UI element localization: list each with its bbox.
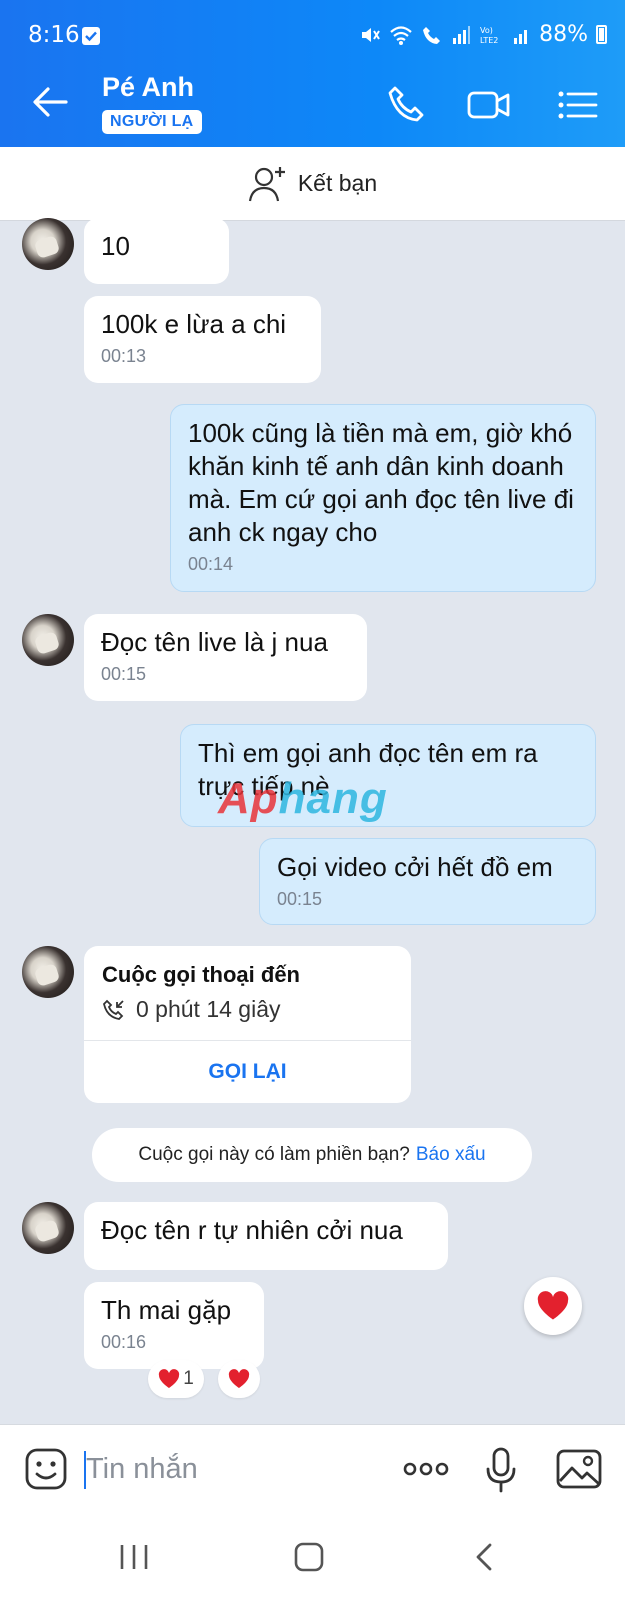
- reaction-button[interactable]: [218, 1360, 260, 1398]
- add-friend-bar[interactable]: Kết bạn: [0, 147, 625, 221]
- message-bubble[interactable]: 100k e lừa a chi 00:13: [84, 296, 321, 383]
- battery-icon: [596, 25, 607, 44]
- call-report-notice: Cuộc gọi này có làm phiền bạn? Báo xấu: [92, 1128, 532, 1182]
- signal-icon: [453, 25, 471, 44]
- message-text: 100k cũng là tiền mà em, giờ khó khăn ki…: [188, 418, 574, 547]
- battery-percent: 88%: [539, 22, 588, 47]
- message-time: 00:14: [188, 554, 234, 574]
- mute-icon: [362, 27, 380, 42]
- message-input-bar: Tin nhắn: [0, 1424, 625, 1514]
- svg-text:Vo): Vo): [480, 26, 493, 35]
- incoming-call-card: Cuộc gọi thoại đến 0 phút 14 giây GỌI LẠ…: [84, 946, 411, 1103]
- status-time: 8:16: [28, 22, 80, 48]
- message-text: Th mai gặp: [101, 1295, 232, 1325]
- reaction-summary[interactable]: 1: [148, 1360, 204, 1398]
- top-bar: 8:16 Vo) LTE2 88% Pé Anh NGƯỜI LẠ: [0, 0, 625, 147]
- call-duration: 0 phút 14 giây: [136, 996, 281, 1022]
- menu-icon[interactable]: [555, 82, 601, 128]
- system-nav-bar: [0, 1514, 625, 1600]
- heart-icon: [228, 1369, 250, 1388]
- signal-2-icon: [514, 29, 528, 44]
- avatar[interactable]: [22, 946, 74, 998]
- home-icon[interactable]: [293, 1542, 325, 1572]
- more-options-icon[interactable]: [402, 1455, 450, 1483]
- message-text: Đọc tên live là j nua: [101, 627, 328, 657]
- avatar[interactable]: [22, 1202, 74, 1254]
- avatar[interactable]: [22, 614, 74, 666]
- message-text: 100k e lừa a chi: [101, 309, 287, 339]
- wifi-icon: [390, 25, 412, 45]
- message-bubble[interactable]: Đọc tên live là j nua 00:15: [84, 614, 367, 701]
- message-bubble[interactable]: 100k cũng là tiền mà em, giờ khó khăn ki…: [170, 404, 596, 592]
- image-icon[interactable]: [556, 1447, 602, 1491]
- message-time: 00:15: [277, 889, 323, 909]
- message-bubble[interactable]: Gọi video cởi hết đồ em 00:15: [259, 838, 596, 925]
- message-time: 00:16: [101, 1332, 147, 1352]
- chat-header: Pé Anh NGƯỜI LẠ: [0, 62, 625, 147]
- call-back-button[interactable]: GỌI LẠI: [84, 1040, 411, 1103]
- back-nav-icon[interactable]: [472, 1542, 496, 1572]
- phone-call-icon[interactable]: [385, 82, 431, 128]
- back-arrow-icon[interactable]: [30, 82, 70, 122]
- message-text: 10: [101, 231, 130, 261]
- video-call-icon[interactable]: [466, 82, 512, 128]
- emoji-icon[interactable]: [24, 1447, 68, 1491]
- message-bubble[interactable]: 10: [84, 218, 229, 284]
- notification-check-icon: [82, 27, 100, 45]
- message-input[interactable]: Tin nhắn: [86, 1453, 198, 1486]
- avatar[interactable]: [22, 218, 74, 270]
- status-icons: Vo) LTE2 88%: [359, 22, 607, 47]
- recent-apps-icon[interactable]: [118, 1542, 150, 1572]
- message-text: Gọi video cởi hết đồ em: [277, 852, 553, 882]
- quick-heart-button[interactable]: [524, 1277, 582, 1335]
- reaction-count: 1: [183, 1368, 194, 1389]
- message-time: 00:13: [101, 346, 147, 366]
- message-bubble[interactable]: Đọc tên r tự nhiên cởi nua: [84, 1202, 448, 1270]
- report-link[interactable]: Báo xấu: [416, 1144, 486, 1166]
- svg-text:LTE2: LTE2: [480, 36, 498, 45]
- message-text: Đọc tên r tự nhiên cởi nua: [101, 1215, 403, 1245]
- call-title: Cuộc gọi thoại đến: [102, 962, 300, 987]
- notice-text: Cuộc gọi này có làm phiền bạn?: [138, 1144, 410, 1165]
- stranger-badge: NGƯỜI LẠ: [102, 110, 202, 134]
- call-duration-row: 0 phút 14 giây: [102, 996, 281, 1023]
- status-bar: 8:16 Vo) LTE2 88%: [0, 0, 625, 62]
- wifi-call-icon: [423, 26, 441, 44]
- heart-icon: [537, 1291, 569, 1320]
- add-friend-label: Kết bạn: [297, 170, 378, 196]
- message-bubble[interactable]: Thì em gọi anh đọc tên em ra trực tiếp n…: [180, 724, 596, 827]
- contact-name[interactable]: Pé Anh: [102, 72, 194, 103]
- message-text: Thì em gọi anh đọc tên em ra trực tiếp n…: [198, 738, 538, 801]
- add-friend-icon: [248, 166, 285, 201]
- incoming-call-icon: [103, 999, 124, 1020]
- message-bubble[interactable]: Th mai gặp 00:16: [84, 1282, 264, 1369]
- heart-icon: [159, 1369, 180, 1388]
- message-time: 00:15: [101, 664, 147, 684]
- microphone-icon[interactable]: [484, 1447, 518, 1493]
- lte-icon: Vo)LTE2: [480, 26, 498, 45]
